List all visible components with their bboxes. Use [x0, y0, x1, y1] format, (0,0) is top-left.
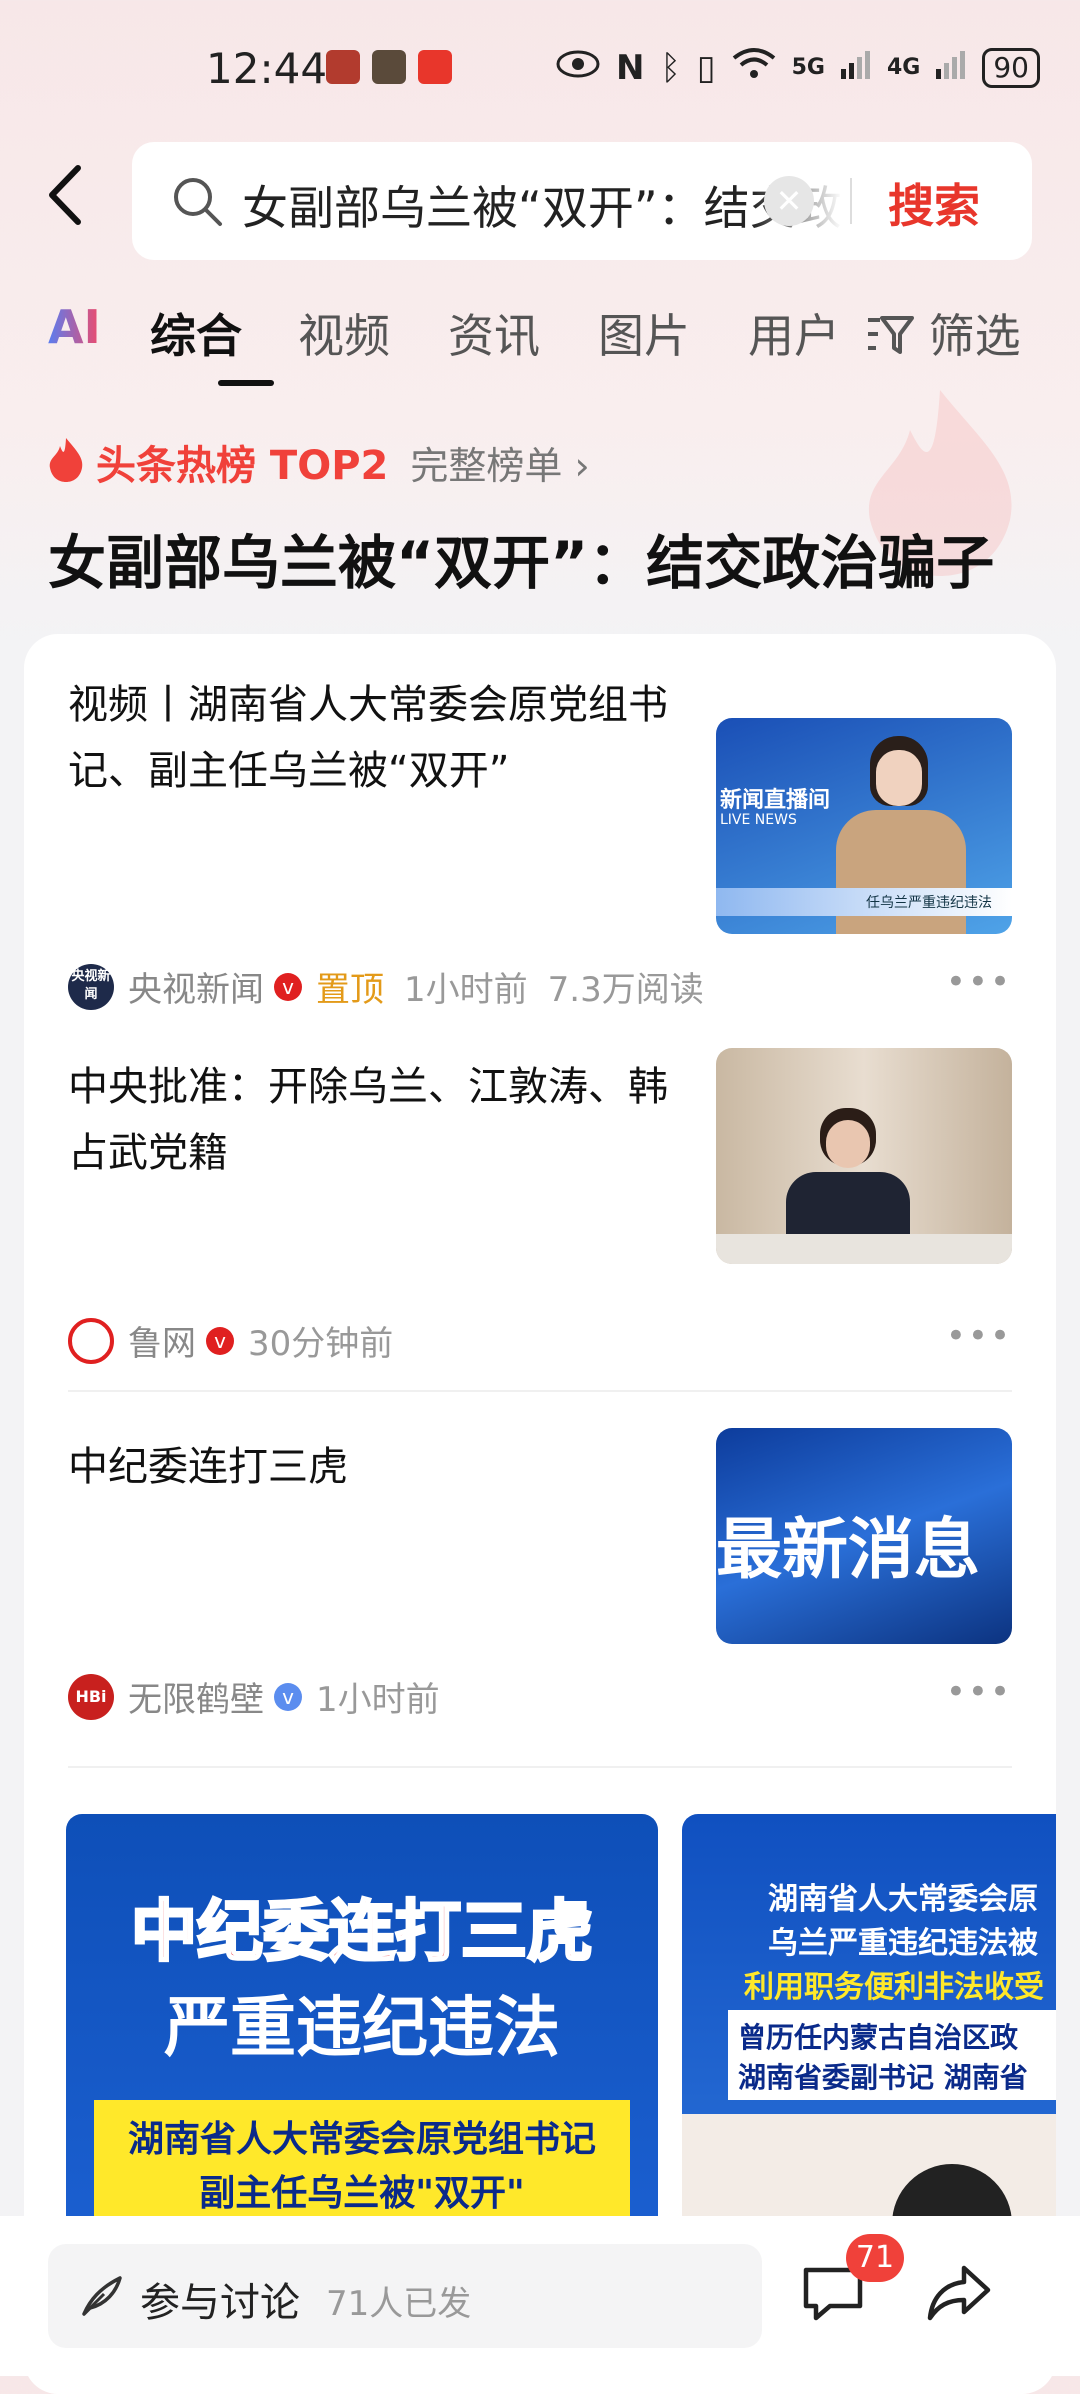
- divider: [68, 1390, 1012, 1392]
- more-options-button[interactable]: •••: [946, 962, 1012, 1002]
- thumbnail-logo-text: 新闻直播间: [720, 788, 831, 813]
- tab-ai[interactable]: AI: [48, 300, 101, 354]
- article-source[interactable]: 鲁网: [128, 1316, 196, 1365]
- verified-icon: v: [206, 1326, 234, 1355]
- pen-icon: [76, 2270, 128, 2322]
- article-title[interactable]: 中纪委连打三虎: [68, 1434, 668, 1500]
- close-icon: ✕: [775, 182, 803, 220]
- video-card-line: 利用职务便利非法收受: [744, 1970, 1044, 2005]
- article-source[interactable]: 无限鹤壁: [128, 1672, 264, 1721]
- video-card-box: 曾历任内蒙古自治区政 湖南省委副书记 湖南省: [728, 2010, 1056, 2100]
- pinned-badge: 置顶: [316, 970, 384, 1010]
- video-card[interactable]: 中纪委连打三虎 严重违纪违法 湖南省人大常委会原党组书记 副主任乌兰被"双开": [66, 1814, 658, 2234]
- hot-topic-title[interactable]: 女副部乌兰被“双开”：结交政治骗子: [48, 516, 994, 600]
- video-card-line: 湖南省人大常委会原: [768, 1882, 1038, 1917]
- share-button[interactable]: [926, 2262, 992, 2324]
- eye-icon: [556, 48, 600, 88]
- tab-users[interactable]: 用户: [748, 300, 840, 366]
- list-item[interactable]: 视频丨湖南省人大常委会原党组书记、副主任乌兰被“双开” 新闻直播间 LIVE N…: [68, 672, 1012, 1010]
- more-options-button[interactable]: •••: [946, 1672, 1012, 1712]
- fire-icon: [46, 436, 86, 488]
- results-card: 视频丨湖南省人大常委会原党组书记、副主任乌兰被“双开” 新闻直播间 LIVE N…: [24, 634, 1056, 2394]
- article-meta: HBi 无限鹤壁 v 1小时前: [68, 1672, 460, 1721]
- article-title[interactable]: 中央批准：开除乌兰、江敦涛、韩占武党籍: [68, 1054, 668, 1186]
- thumbnail-text: 最新消息: [716, 1511, 980, 1588]
- video-card-line: 乌兰严重违纪违法被: [768, 1926, 1038, 1961]
- chevron-left-icon: [49, 165, 81, 225]
- notification-shield-icon: [372, 50, 406, 84]
- back-button[interactable]: [38, 160, 98, 230]
- source-logo-icon: 央视新闻: [68, 963, 114, 1010]
- battery-indicator: 90: [982, 47, 1040, 88]
- status-bar: 12:44 N ᛒ ▯ 5G 4G 90: [0, 0, 1080, 130]
- notification-red-app-icon: [418, 50, 452, 84]
- full-list-link[interactable]: 完整榜单 ›: [410, 435, 589, 490]
- search-icon: [170, 174, 224, 228]
- source-logo-icon: HBi: [68, 1673, 114, 1720]
- article-reads: 7.3万阅读: [547, 970, 704, 1010]
- article-thumbnail[interactable]: [716, 1048, 1012, 1264]
- discussion-label: 参与讨论: [140, 2280, 300, 2326]
- thumbnail-desk: [716, 1234, 1012, 1264]
- video-card-banner: 湖南省人大常委会原党组书记 副主任乌兰被"双开": [94, 2100, 630, 2234]
- article-time: 30分钟前: [248, 1324, 394, 1364]
- bluetooth-icon: ᛒ: [660, 47, 681, 88]
- tab-news[interactable]: 资讯: [448, 300, 540, 366]
- hot-list-row[interactable]: 头条热榜 TOP2 完整榜单 ›: [46, 432, 590, 492]
- list-item[interactable]: 中纪委连打三虎 最新消息 HBi 无限鹤壁 v 1小时前 •••: [68, 1428, 1012, 1734]
- article-title[interactable]: 视频丨湖南省人大常委会原党组书记、副主任乌兰被“双开”: [68, 672, 668, 804]
- signal-bars-icon: [840, 48, 871, 88]
- search-tabs: AI 综合 视频 资讯 图片 用户 筛选: [48, 300, 1048, 390]
- signal-bars-icon: [936, 48, 966, 88]
- search-bar[interactable]: 女副部乌兰被“双开”：结交政治骗子 ✕ 搜索: [132, 142, 1032, 260]
- list-item[interactable]: 中央批准：开除乌兰、江敦涛、韩占武党籍 鲁网 v 30分钟前 •••: [68, 1048, 1012, 1364]
- signal-4g-icon: 4G: [886, 55, 921, 80]
- wifi-icon: [732, 46, 776, 89]
- discussion-input[interactable]: 参与讨论 71人已发: [48, 2244, 762, 2348]
- video-card[interactable]: 湖南省人大常委会原 乌兰严重违纪违法被 利用职务便利非法收受 曾历任内蒙古自治区…: [682, 1814, 1056, 2234]
- hot-rank-label: 头条热榜 TOP2: [96, 443, 389, 489]
- more-options-button[interactable]: •••: [946, 1316, 1012, 1356]
- tab-images[interactable]: 图片: [598, 300, 690, 366]
- comment-count-badge: 71: [846, 2234, 904, 2282]
- tab-comprehensive[interactable]: 综合: [150, 300, 242, 366]
- source-logo-icon: [68, 1317, 114, 1364]
- divider: [850, 178, 852, 224]
- divider: [68, 1766, 1012, 1768]
- thumbnail-logo-subtext: LIVE NEWS: [720, 812, 797, 828]
- clear-search-button[interactable]: ✕: [764, 176, 814, 226]
- verified-icon: v: [274, 1682, 302, 1711]
- status-time: 12:44: [206, 44, 328, 93]
- search-input[interactable]: 女副部乌兰被“双开”：结交政治骗子: [242, 172, 842, 238]
- tab-video[interactable]: 视频: [298, 300, 390, 366]
- bottom-bar: 参与讨论 71人已发 71: [0, 2216, 1080, 2376]
- article-thumbnail[interactable]: 新闻直播间 LIVE NEWS 任乌兰严重违纪违法: [716, 718, 1012, 934]
- verified-icon: v: [274, 972, 302, 1001]
- tab-filter[interactable]: 筛选: [866, 300, 1021, 366]
- article-meta: 鲁网 v 30分钟前: [68, 1316, 413, 1365]
- article-time: 1小时前: [404, 970, 528, 1010]
- vibrate-icon: ▯: [696, 47, 716, 88]
- share-icon: [927, 2265, 991, 2321]
- video-card-line: 中纪委连打三虎: [130, 1892, 595, 1972]
- article-time: 1小时前: [316, 1680, 440, 1720]
- search-submit-button[interactable]: 搜索: [888, 170, 980, 236]
- signal-5g-icon: 5G: [791, 55, 825, 80]
- article-source[interactable]: 央视新闻: [128, 962, 264, 1011]
- nfc-icon: N: [616, 47, 645, 88]
- article-meta: 央视新闻 央视新闻 v 置顶 1小时前 7.3万阅读: [68, 962, 704, 1011]
- status-icons: N ᛒ ▯ 5G 4G 90: [556, 46, 1040, 89]
- thumbnail-caption-bar: 任乌兰严重违纪违法: [716, 888, 1012, 916]
- filter-icon: [866, 309, 929, 363]
- video-card-line: 严重违纪违法: [164, 1989, 560, 2066]
- active-tab-indicator: [218, 380, 274, 386]
- discussion-count: 71人已发: [326, 2284, 472, 2324]
- article-thumbnail[interactable]: 最新消息: [716, 1428, 1012, 1644]
- notification-app-icon: [326, 50, 360, 84]
